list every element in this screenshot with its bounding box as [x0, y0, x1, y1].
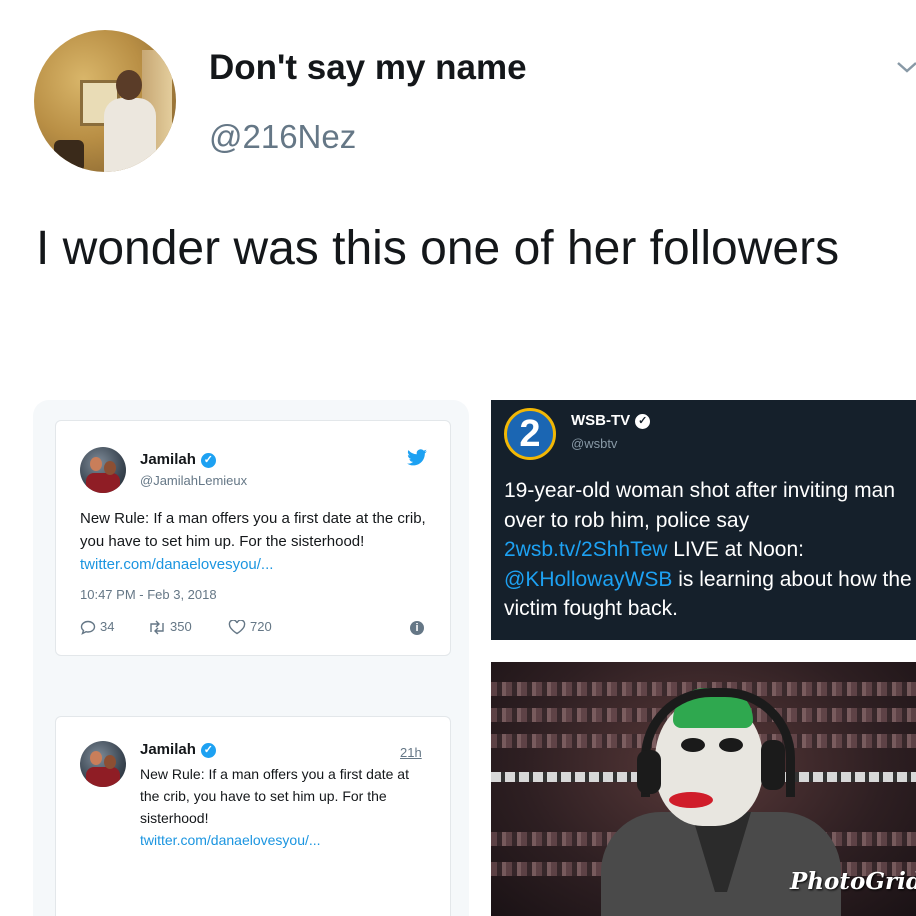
reply-count-value: 34 [100, 619, 115, 634]
embedded-tweet-card[interactable]: Jamilah ✓ @JamilahLemieux New Rule: If a … [55, 420, 451, 656]
photogrid-watermark: PhotoGrid [790, 868, 916, 895]
headphone-left [637, 750, 661, 794]
tweet-body-text: New Rule: If a man offers you a first da… [140, 766, 409, 826]
news-author-name[interactable]: WSB-TV ✓ [571, 412, 651, 429]
avatar[interactable] [80, 741, 126, 787]
embedded-screenshot-left: Jamilah ✓ @JamilahLemieux New Rule: If a … [33, 400, 469, 916]
news-link[interactable]: 2wsb.tv/2ShhTew [504, 538, 667, 561]
author-name[interactable]: Jamilah ✓ [140, 451, 216, 468]
author-handle[interactable]: @JamilahLemieux [140, 473, 247, 488]
display-name[interactable]: Don't say my name [209, 48, 527, 88]
news-mention[interactable]: @KHollowayWSB [504, 568, 672, 591]
news-tweet-screenshot: 2 WSB-TV ✓ @wsbtv 19-year-old woman shot … [491, 400, 916, 640]
author-name[interactable]: Jamilah ✓ [140, 741, 216, 758]
embedded-tweet-card-2[interactable]: Jamilah ✓ 21h New Rule: If a man offers y… [55, 716, 451, 916]
relative-time[interactable]: 21h [400, 745, 422, 760]
tweet-body: New Rule: If a man offers you a first da… [80, 507, 432, 576]
news-author-name-text: WSB-TV [571, 412, 631, 429]
retweet-count[interactable]: 350 [148, 619, 192, 635]
headphone-right [761, 740, 785, 790]
person-body [104, 98, 156, 172]
verified-icon: ✓ [635, 413, 651, 429]
eye-makeup-left [681, 738, 705, 752]
tweet-link[interactable]: twitter.com/danaelovesyou/... [80, 556, 273, 573]
twitter-bird-icon[interactable] [406, 449, 428, 467]
tweet-text: I wonder was this one of her followers [36, 222, 840, 275]
profile-avatar[interactable] [34, 30, 176, 172]
tweet-body-text: New Rule: If a man offers you a first da… [80, 510, 426, 550]
retweet-count-value: 350 [170, 619, 192, 634]
like-count-value: 720 [250, 619, 272, 634]
person-head [116, 70, 142, 100]
reply-icon [80, 620, 96, 635]
verified-icon: ✓ [200, 742, 216, 758]
tweet-link[interactable]: twitter.com/danaelovesyou/... [140, 829, 430, 851]
info-icon[interactable]: i [410, 621, 424, 635]
red-lips [669, 792, 713, 808]
user-handle[interactable]: @216Nez [209, 118, 356, 156]
timestamp[interactable]: 10:47 PM - Feb 3, 2018 [80, 587, 217, 602]
chevron-down-icon[interactable] [896, 56, 916, 78]
news-author-handle[interactable]: @wsbtv [571, 436, 617, 451]
news-tweet-text: 19-year-old woman shot after inviting ma… [504, 476, 914, 624]
author-name-text: Jamilah [140, 741, 196, 758]
news-text-1: 19-year-old woman shot after inviting ma… [504, 479, 896, 532]
tweet-body: New Rule: If a man offers you a first da… [140, 763, 430, 851]
verified-icon: ✓ [200, 452, 216, 468]
wsb-logo[interactable]: 2 [504, 408, 556, 460]
lamp [54, 140, 84, 172]
eye-makeup-right [719, 738, 743, 752]
avatar[interactable] [80, 447, 126, 493]
reply-count[interactable]: 34 [80, 619, 114, 635]
author-name-text: Jamilah [140, 451, 196, 468]
retweet-icon [150, 620, 164, 635]
heart-icon [228, 619, 246, 635]
news-text-2: LIVE at Noon: [667, 538, 805, 561]
like-count[interactable]: 720 [228, 619, 272, 635]
